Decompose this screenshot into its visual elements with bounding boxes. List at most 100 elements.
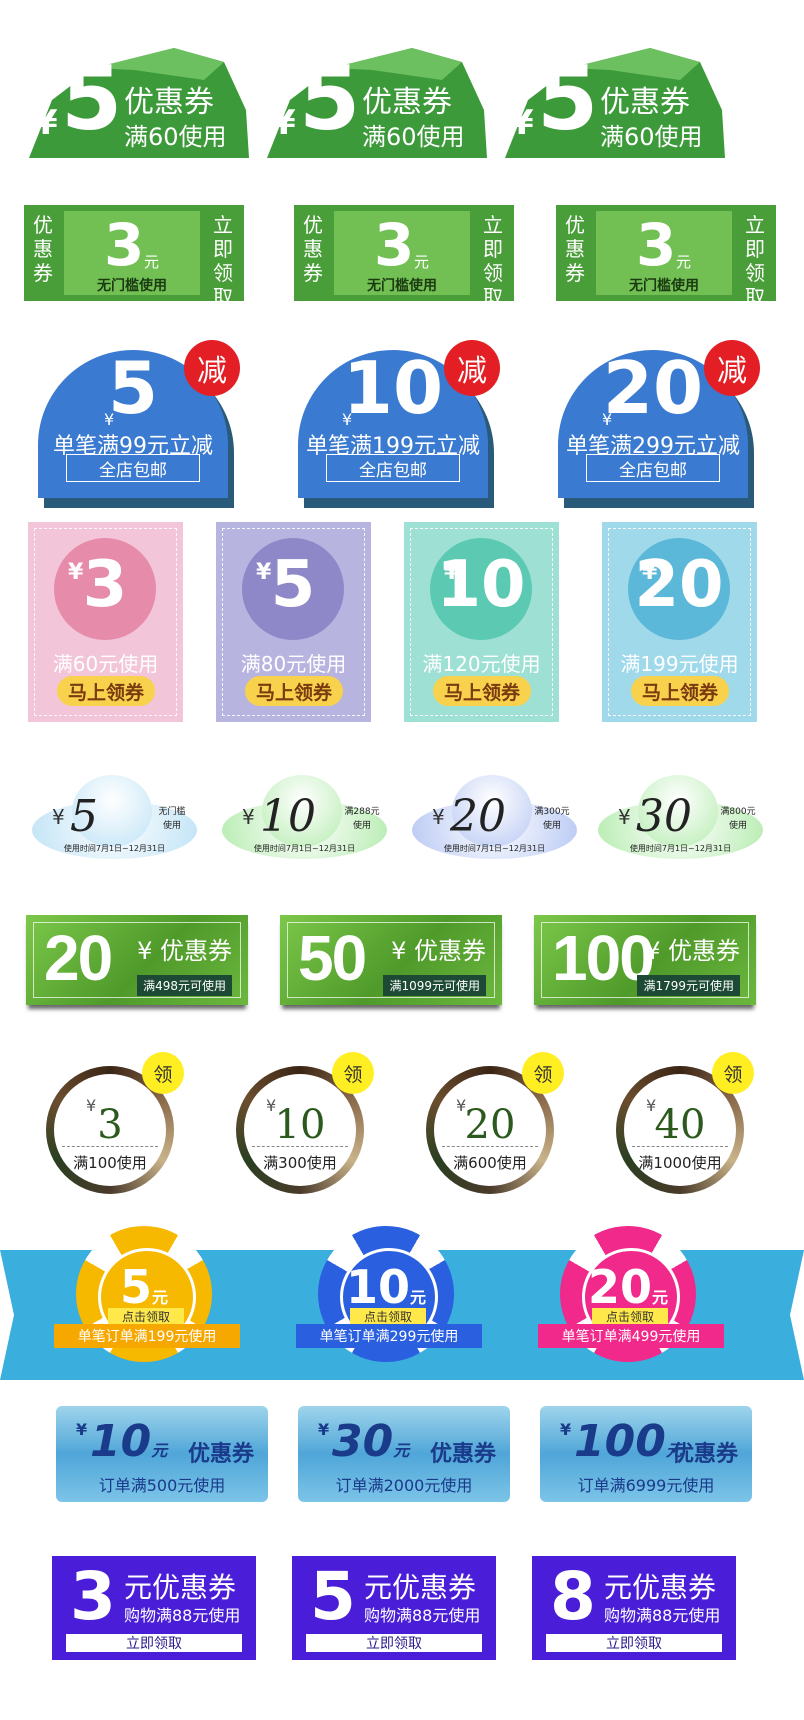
dome-coupon-2[interactable]: ¥ 10 单笔满199元立减 全店包邮 减 [296,340,500,508]
ring-coupon-1[interactable]: ¥ 3 满100使用 领 [46,1052,184,1194]
yen-symbol: ¥ [272,103,296,143]
chip-coupon-2[interactable]: 10元 点击领取 单笔订单满299元使用 [296,1226,482,1386]
coupon-label: 优惠券 [600,85,690,120]
free-shipping-label: 全店包邮 [326,454,460,482]
coupon-condition: 购物满88元使用 [364,1606,481,1625]
purple-coupon-1[interactable]: 3 元优惠券 购物满88元使用 立即领取 [52,1556,256,1660]
coupon-label: 元优惠券 [364,1571,477,1604]
yen-symbol: ¥ [76,1420,88,1439]
yen-symbol: ¥ [52,805,65,829]
rock-coupon-2[interactable]: ¥ 5 优惠券 满60使用 [262,40,487,165]
claim-button[interactable]: 立即领取 [744,213,766,309]
claim-badge[interactable]: 领 [712,1052,754,1094]
ring-coupon-3[interactable]: ¥ 20 满600使用 领 [426,1052,564,1194]
green-coupon-3[interactable]: 100 ¥ 优惠券 满1799元可使用 [534,915,756,1005]
claim-button[interactable]: 立即领取 [66,1634,242,1652]
purple-coupon-2[interactable]: 5 元优惠券 购物满88元使用 立即领取 [292,1556,496,1660]
coupon-amount: 3 [374,211,415,279]
coupon-unit: 元 [676,253,692,271]
coupon-condition: 满800元 使用 [720,807,756,831]
green-coupon-2[interactable]: 50 ¥ 优惠券 满1099元可使用 [280,915,502,1005]
green-coupon-1[interactable]: 20 ¥ 优惠券 满498元可使用 [26,915,248,1005]
ring-coupon-2[interactable]: ¥ 10 满300使用 领 [236,1052,374,1194]
coupon-unit: 元 [414,253,430,271]
coupon-amount: 3 [70,1558,116,1635]
coupon-condition: 无门槛使用 [367,278,437,294]
ticket-coupon-3[interactable]: 优惠券 3 元 无门槛使用 立即领取 [556,205,776,309]
claim-button[interactable]: 立即领取 [546,1634,722,1652]
cloud-coupon-3[interactable]: ¥ 20 满300元 使用 使用时间7月1日~12月31日 [412,775,577,860]
dome-coupon-1[interactable]: ¥ 5 单笔满99元立减 全店包邮 减 [36,340,240,508]
free-shipping-label: 全店包邮 [66,454,200,482]
ice-coupon-2[interactable]: ¥ 30元 优惠券 订单满2000元使用 [298,1406,510,1502]
coupon-label: ¥ 优惠券 [137,937,232,965]
ice-coupon-3[interactable]: ¥ 100元 优惠券 订单满6999元使用 [540,1406,752,1502]
coupon-label: ¥ 优惠券 [391,937,486,965]
coupon-condition: 订单满2000元使用 [335,1476,473,1495]
coupon-amount: 5 [61,47,123,150]
cloud-coupon-1[interactable]: ¥ 5 无门槛 使用 使用时间7月1日~12月31日 [32,775,197,860]
coupon-condition: 满100使用 [73,1154,147,1172]
yen-symbol: ¥ [34,103,58,143]
coupon-label: 优惠券 [362,85,452,120]
get-coupon-button[interactable]: 马上领券 [57,676,155,706]
coupon-amount: 5元 [119,1260,169,1314]
yen-symbol: ¥ [560,1420,572,1439]
dashed-divider [62,1146,158,1147]
discount-badge: 减 [184,340,240,396]
ticket-left-label: 优惠券 [565,213,585,285]
coupon-amount: 20元 [587,1260,669,1314]
pastel-coupon-3[interactable]: 10 ¥ 满120元使用 马上领券 [404,522,559,722]
click-to-claim[interactable]: 点击领取 [350,1308,426,1324]
coupon-amount: 10 [274,1102,326,1148]
rock-coupon-3[interactable]: ¥ 5 优惠券 满60使用 [500,40,725,165]
coupon-amount: 20 [464,1102,516,1148]
coupon-label: 优惠券 [429,1442,496,1467]
pastel-coupon-2[interactable]: 5 ¥ 满80元使用 马上领券 [216,522,371,722]
pastel-coupon-1[interactable]: 3 ¥ 满60元使用 马上领券 [28,522,183,722]
coupon-condition: 满1799元可使用 [637,975,740,996]
pastel-coupon-4[interactable]: 20 ¥ 满199元使用 马上领券 [602,522,757,722]
click-to-claim[interactable]: 点击领取 [592,1308,668,1324]
coupon-amount: 5 [70,791,98,842]
claim-badge[interactable]: 领 [142,1052,184,1094]
coupon-amount: 3 [97,1102,123,1148]
chip-coupon-3[interactable]: 20元 点击领取 单笔订单满499元使用 [538,1226,724,1386]
yen-symbol: ¥ [444,560,460,585]
amount-circle: 3 ¥ [54,538,156,640]
dome-coupon-3[interactable]: ¥ 20 单笔满299元立减 全店包邮 减 [556,340,760,508]
claim-badge[interactable]: 领 [332,1052,374,1094]
coupon-amount: 20 [44,922,113,994]
coupon-amount: 10元 [345,1260,427,1314]
coupon-condition: 满600使用 [453,1154,527,1172]
get-coupon-button[interactable]: 马上领券 [631,676,729,706]
coupon-condition: 满60使用 [124,123,227,151]
claim-badge[interactable]: 领 [522,1052,564,1094]
claim-button[interactable]: 立即领取 [482,213,504,309]
amount-circle: 5 ¥ [242,538,344,640]
get-coupon-button[interactable]: 马上领券 [245,676,343,706]
coupon-condition: 满300使用 [263,1154,337,1172]
coupon-amount: 20 [450,791,506,842]
coupon-condition: 满199元使用 [620,652,739,676]
validity-date: 使用时间7月1日~12月31日 [253,844,356,853]
cloud-coupon-4[interactable]: ¥ 30 满800元 使用 使用时间7月1日~12月31日 [598,775,763,860]
ice-coupon-1[interactable]: ¥ 10元 优惠券 订单满500元使用 [56,1406,268,1502]
coupon-amount: 10 [260,791,316,842]
get-coupon-button[interactable]: 马上领券 [433,676,531,706]
cloud-coupon-2[interactable]: ¥ 10 满288元 使用 使用时间7月1日~12月31日 [222,775,387,860]
yen-symbol: ¥ [642,560,658,585]
coupon-amount: 5 [299,47,361,150]
claim-button[interactable]: 立即领取 [306,1634,482,1652]
ticket-coupon-2[interactable]: 优惠券 3 元 无门槛使用 立即领取 [294,205,514,309]
claim-button[interactable]: 立即领取 [212,213,234,309]
coupon-amount: 10元 [90,1416,168,1467]
chip-coupon-1[interactable]: 5元 点击领取 单笔订单满199元使用 [54,1226,240,1386]
dashed-divider [252,1146,348,1147]
coupon-condition: 无门槛使用 [97,278,167,294]
ring-coupon-4[interactable]: ¥ 40 满1000使用 领 [616,1052,754,1194]
rock-coupon-1[interactable]: ¥ 5 优惠券 满60使用 [24,40,249,165]
purple-coupon-3[interactable]: 8 元优惠券 购物满88元使用 立即领取 [532,1556,736,1660]
ticket-coupon-1[interactable]: 优惠券 3 元 无门槛使用 立即领取 [24,205,244,309]
click-to-claim[interactable]: 点击领取 [108,1308,184,1324]
